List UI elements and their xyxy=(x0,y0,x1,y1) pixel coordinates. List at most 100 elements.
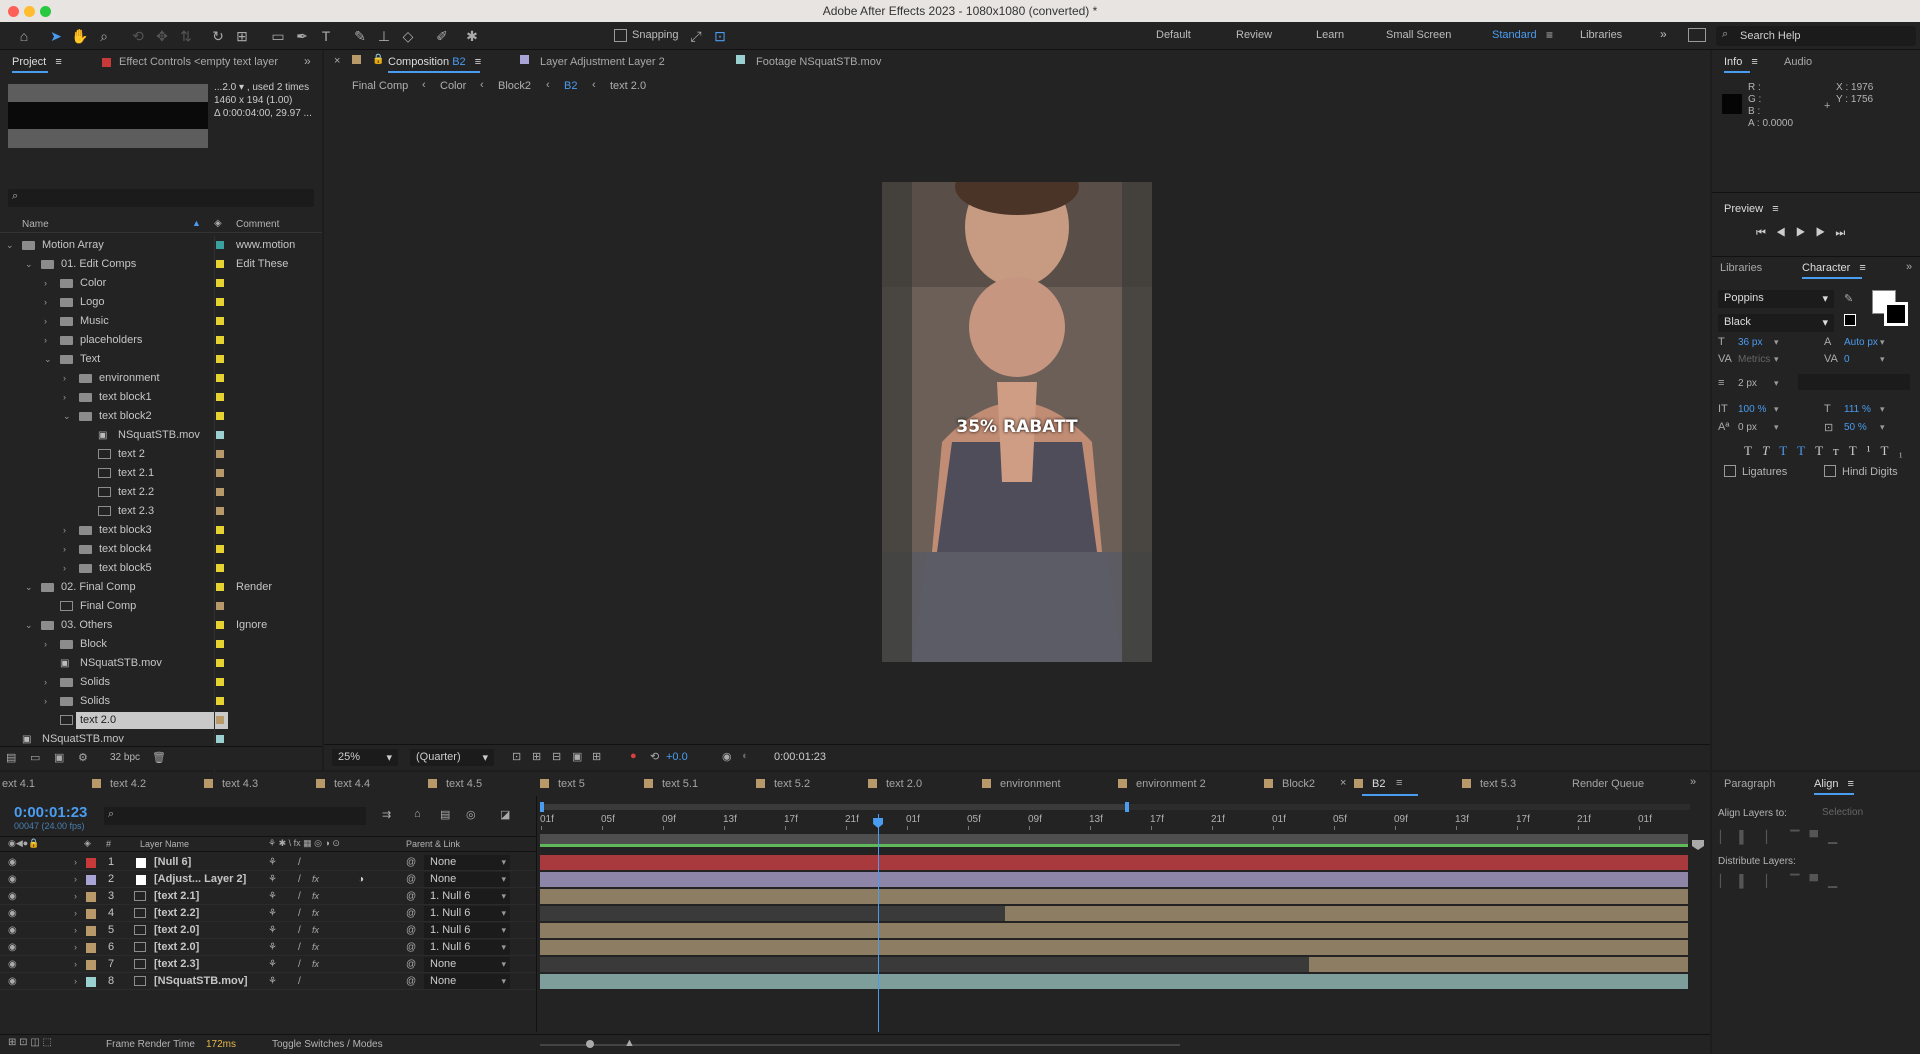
home-icon[interactable]: ⌂ xyxy=(14,26,34,46)
label-swatch[interactable] xyxy=(216,602,224,610)
label-swatch[interactable] xyxy=(216,260,224,268)
chevron-down-icon[interactable]: ▾ xyxy=(1774,354,1779,365)
project-item[interactable]: › placeholders xyxy=(0,331,322,350)
chevron-down-icon[interactable]: ⌄ xyxy=(63,407,71,426)
pick-whip-icon[interactable]: @ xyxy=(406,854,416,871)
prev-frame-icon[interactable]: ◀ xyxy=(1776,227,1796,239)
col-layer-name[interactable]: Layer Name xyxy=(140,839,189,849)
fx-switch-icon[interactable]: fx xyxy=(312,939,319,956)
label-swatch[interactable] xyxy=(216,241,224,249)
breadcrumb-item[interactable]: B2 xyxy=(564,80,577,92)
quality-switch-icon[interactable]: / xyxy=(298,973,301,990)
tab-menu-icon[interactable]: ≡ xyxy=(1396,777,1402,789)
pick-whip-icon[interactable]: @ xyxy=(406,922,416,939)
timeline-tab[interactable]: text 5 xyxy=(558,778,585,790)
fx-switch-icon[interactable]: fx xyxy=(312,871,319,888)
tracking-field[interactable]: 0 xyxy=(1844,354,1850,365)
timeline-timecode[interactable]: 0:00:01:23 xyxy=(14,804,87,821)
label-swatch[interactable] xyxy=(216,355,224,363)
layer-duration-bar[interactable] xyxy=(1309,957,1688,972)
layer-label-swatch[interactable] xyxy=(86,909,96,919)
orbit-tool-icon[interactable]: ⟲ xyxy=(128,26,148,46)
chevron-right-icon[interactable]: › xyxy=(74,973,77,990)
workspace-libraries[interactable]: Libraries xyxy=(1580,29,1622,41)
project-item[interactable]: ⌄ 03. Others Ignore xyxy=(0,616,322,635)
tab-info[interactable]: Info ≡ xyxy=(1724,51,1758,73)
close-window-button[interactable] xyxy=(8,6,19,17)
workspace-standard[interactable]: Standard xyxy=(1492,29,1537,41)
comp-end-marker[interactable] xyxy=(1692,840,1704,850)
project-item[interactable]: text 2.3 xyxy=(0,502,322,521)
timeline-tab[interactable]: Render Queue xyxy=(1572,778,1644,790)
chevron-right-icon[interactable]: › xyxy=(44,293,47,312)
timeline-tab[interactable]: environment xyxy=(1000,778,1061,790)
layer-name[interactable]: [text 2.3] xyxy=(154,956,199,973)
label-swatch[interactable] xyxy=(216,488,224,496)
breadcrumb-item[interactable]: text 2.0 xyxy=(610,80,646,92)
label-swatch[interactable] xyxy=(216,583,224,591)
parent-dropdown[interactable]: 1. Null 6 ▾ xyxy=(424,906,510,921)
rotate-tool-icon[interactable]: ↻ xyxy=(208,26,228,46)
project-item[interactable]: › Color xyxy=(0,274,322,293)
eye-icon[interactable]: ◉ xyxy=(8,922,17,939)
vscale-field[interactable]: 100 % xyxy=(1738,404,1766,415)
label-swatch[interactable] xyxy=(216,469,224,477)
shy-switch-icon[interactable]: ⚘ xyxy=(268,888,277,905)
label-swatch[interactable] xyxy=(216,450,224,458)
shy-switch-icon[interactable]: ⚘ xyxy=(268,973,277,990)
col-comment[interactable]: Comment xyxy=(236,219,279,230)
label-swatch[interactable] xyxy=(216,279,224,287)
tab-libraries[interactable]: Libraries xyxy=(1720,257,1762,279)
chevron-right-icon[interactable]: › xyxy=(63,521,66,540)
time-ruler[interactable]: 01f 05f 09f 13f 17f 21f 01f 05f 09f 13f 17f 21f 01f 0… xyxy=(540,814,1690,830)
layer-label-swatch[interactable] xyxy=(86,926,96,936)
chevron-down-icon[interactable]: ▾ xyxy=(1880,422,1885,433)
chevron-right-icon[interactable]: › xyxy=(63,388,66,407)
align-to-dropdown[interactable]: Selection xyxy=(1818,806,1914,822)
timeline-tab[interactable]: environment 2 xyxy=(1136,778,1206,790)
project-item[interactable]: › text block4 xyxy=(0,540,322,559)
project-item[interactable]: text 2 xyxy=(0,445,322,464)
chevron-right-icon[interactable]: › xyxy=(63,540,66,559)
label-swatch[interactable] xyxy=(216,374,224,382)
eye-icon[interactable]: ◉ xyxy=(8,973,17,990)
layer-name[interactable]: [text 2.1] xyxy=(154,888,199,905)
shy-switch-icon[interactable]: ⚘ xyxy=(268,956,277,973)
project-item[interactable]: ⌄ Motion Array www.motion xyxy=(0,236,322,255)
puppet-tool-icon[interactable]: ✱ xyxy=(462,26,482,46)
interpret-footage-icon[interactable]: ▤ xyxy=(6,751,16,764)
rectangle-tool-icon[interactable]: ▭ xyxy=(268,26,288,46)
layer-search-input[interactable]: ⌕ xyxy=(104,807,366,825)
selection-tool-icon[interactable]: ➤ xyxy=(46,26,66,46)
snap-grid-icon[interactable]: ⊡ xyxy=(710,26,730,46)
ligatures-checkbox[interactable] xyxy=(1724,465,1736,477)
shy-switch-icon[interactable]: ⚘ xyxy=(268,854,277,871)
minimize-window-button[interactable] xyxy=(24,6,35,17)
chevron-down-icon[interactable]: ▾ xyxy=(1880,354,1885,365)
chevron-right-icon[interactable]: › xyxy=(74,854,77,871)
more-workspaces-icon[interactable]: » xyxy=(1660,27,1667,41)
adjustment-layer-icon[interactable]: ◑ xyxy=(358,871,364,888)
comp-flowchart-icon[interactable]: ⇉ xyxy=(382,808,391,821)
chevron-down-icon[interactable]: ⌄ xyxy=(44,350,52,369)
chevron-right-icon[interactable]: › xyxy=(74,888,77,905)
zoom-dropdown[interactable]: 25% ▾ xyxy=(332,749,398,766)
eye-icon[interactable]: ◉ xyxy=(8,871,17,888)
layer-duration-bar[interactable] xyxy=(540,855,1688,870)
project-item[interactable]: Final Comp xyxy=(0,597,322,616)
fx-switch-icon[interactable]: fx xyxy=(312,905,319,922)
eye-icon[interactable]: ◉ xyxy=(8,888,17,905)
chevron-right-icon[interactable]: › xyxy=(74,905,77,922)
layer-name[interactable]: [NSquatSTB.mov] xyxy=(154,973,248,990)
chevron-right-icon[interactable]: › xyxy=(63,559,66,578)
frame-blending-icon[interactable]: ◎ xyxy=(466,808,476,821)
project-item[interactable]: › Solids xyxy=(0,673,322,692)
region-of-interest-icon[interactable]: ▣ xyxy=(572,750,582,763)
reset-exposure-icon[interactable]: ⟲ xyxy=(650,750,659,763)
shy-layers-icon[interactable]: ▤ xyxy=(440,808,450,821)
snap-options-icon[interactable]: ⤢ xyxy=(686,26,706,46)
layer-name[interactable]: [Adjust... Layer 2] xyxy=(154,871,246,888)
quality-switch-icon[interactable]: / xyxy=(298,888,301,905)
chevron-right-icon[interactable]: › xyxy=(74,922,77,939)
exposure-value[interactable]: +0.0 xyxy=(666,751,688,763)
